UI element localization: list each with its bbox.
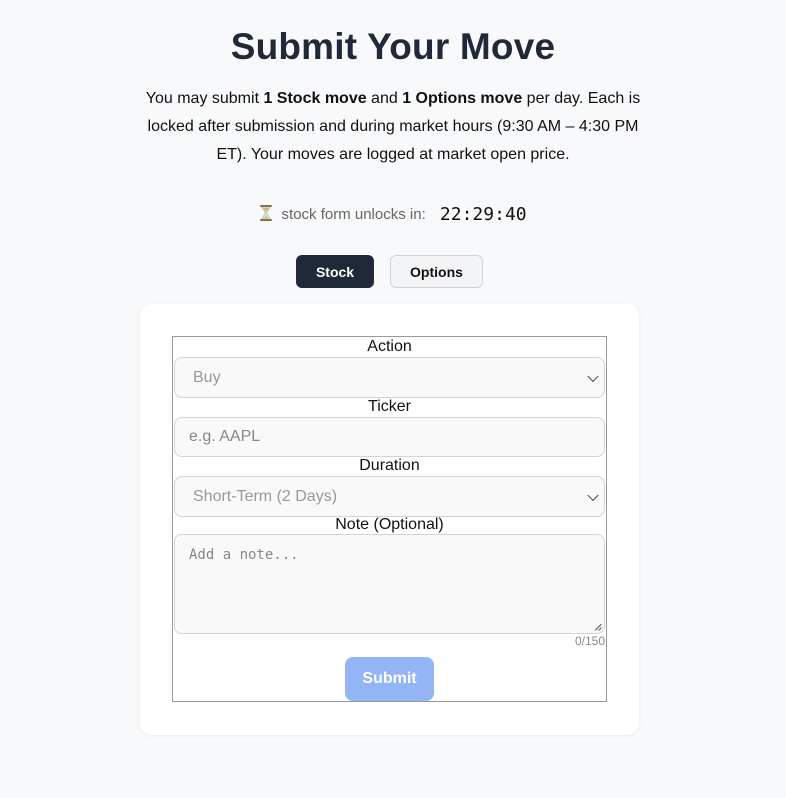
countdown-label: stock form unlocks in: <box>281 206 426 223</box>
form-tabs: Stock Options <box>0 255 786 288</box>
duration-label: Duration <box>359 457 420 474</box>
page-title: Submit Your Move <box>230 26 556 67</box>
hourglass-icon <box>259 205 273 221</box>
tab-stock[interactable]: Stock <box>296 255 374 288</box>
ticker-input[interactable]: e.g. AAPL <box>174 417 605 457</box>
intro-part1: You may submit <box>145 90 264 107</box>
note-textarea[interactable]: Add a note... <box>174 534 605 634</box>
action-label: Action <box>367 338 412 355</box>
note-placeholder: Add a note... <box>189 547 299 563</box>
intro-options-move: 1 Options move <box>402 90 523 107</box>
action-select[interactable]: Buy <box>174 357 605 398</box>
countdown: stock form unlocks in: 22:29:40 <box>0 204 786 225</box>
move-form-card: Action Buy Ticker e.g. AAPL Duration Sho… <box>140 304 639 735</box>
duration-select[interactable]: Short-Term (2 Days) <box>174 476 605 517</box>
ticker-label: Ticker <box>368 398 411 415</box>
note-char-counter: 0/150 <box>574 634 605 648</box>
intro-stock-move: 1 Stock move <box>263 90 367 107</box>
countdown-timer: 22:29:40 <box>439 204 527 225</box>
chevron-down-icon <box>587 489 599 501</box>
stock-move-form: Action Buy Ticker e.g. AAPL Duration Sho… <box>172 336 607 702</box>
note-label: Note (Optional) <box>335 516 444 533</box>
chevron-down-icon <box>587 370 599 382</box>
duration-select-value: Short-Term (2 Days) <box>193 487 338 505</box>
action-select-value: Buy <box>193 368 221 386</box>
intro-part2: and <box>366 90 403 107</box>
ticker-placeholder: e.g. AAPL <box>189 428 261 445</box>
submit-button[interactable]: Submit <box>345 657 434 701</box>
intro-text: You may submit 1 Stock move and 1 Option… <box>138 85 648 169</box>
resize-handle-icon[interactable] <box>594 623 602 631</box>
tab-options[interactable]: Options <box>390 255 483 288</box>
